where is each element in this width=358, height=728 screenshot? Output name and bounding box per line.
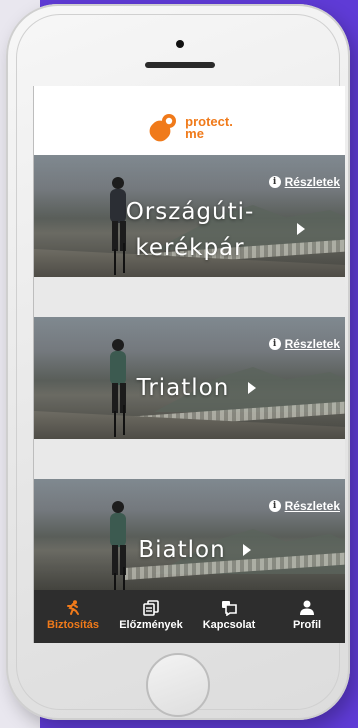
card-title: Biatlon — [138, 537, 226, 563]
logo-line2: me — [185, 125, 204, 141]
details-label: Részletek — [284, 337, 340, 351]
tab-profil[interactable]: Profil — [269, 600, 345, 631]
tab-label: Biztosítás — [47, 619, 99, 631]
protect-me-logo: protect. me — [147, 112, 233, 144]
tab-kapcsolat[interactable]: Kapcsolat — [191, 600, 267, 631]
tab-elozmenyek[interactable]: Előzmények — [113, 600, 189, 631]
bottom-tab-bar: Biztosítás Előzmények Kapcsolat Profil — [34, 590, 345, 643]
tab-biztositas[interactable]: Biztosítás — [35, 600, 111, 631]
insurance-card-road-cycling[interactable]: i Részletek Országúti- kerékpár — [34, 155, 345, 277]
details-link[interactable]: i Részletek — [268, 499, 340, 513]
documents-icon — [143, 600, 159, 616]
details-label: Részletek — [284, 499, 340, 513]
info-icon: i — [268, 338, 281, 350]
chat-icon — [222, 601, 237, 616]
insurance-card-biathlon[interactable]: i Részletek Biatlon — [34, 479, 345, 590]
details-label: Részletek — [284, 175, 340, 189]
app-screen: protect. me i Részletek Országúti- kerék… — [33, 86, 345, 643]
details-link[interactable]: i Részletek — [268, 175, 340, 189]
tab-label: Előzmények — [119, 619, 183, 631]
card-title: Triatlon — [136, 375, 230, 401]
chevron-right-icon — [243, 544, 251, 556]
chevron-right-icon — [248, 382, 256, 394]
app-header: protect. me — [34, 86, 345, 155]
card-spacer — [34, 277, 345, 317]
chevron-right-icon — [297, 223, 305, 235]
running-person-icon — [67, 600, 79, 615]
card-spacer — [34, 439, 345, 479]
logo-mark-icon — [149, 113, 177, 141]
tab-label: Profil — [292, 619, 322, 631]
insurance-card-triathlon[interactable]: i Részletek Triatlon — [34, 317, 345, 439]
person-icon — [300, 600, 314, 615]
info-icon: i — [268, 500, 281, 512]
logo-text: protect. me — [185, 115, 233, 141]
details-link[interactable]: i Részletek — [268, 337, 340, 351]
home-button[interactable] — [146, 653, 210, 717]
info-icon: i — [268, 176, 281, 188]
front-camera — [176, 40, 184, 48]
tab-label: Kapcsolat — [202, 619, 256, 631]
card-title-line2: kerékpár — [135, 235, 245, 261]
earpiece-speaker — [145, 62, 215, 68]
